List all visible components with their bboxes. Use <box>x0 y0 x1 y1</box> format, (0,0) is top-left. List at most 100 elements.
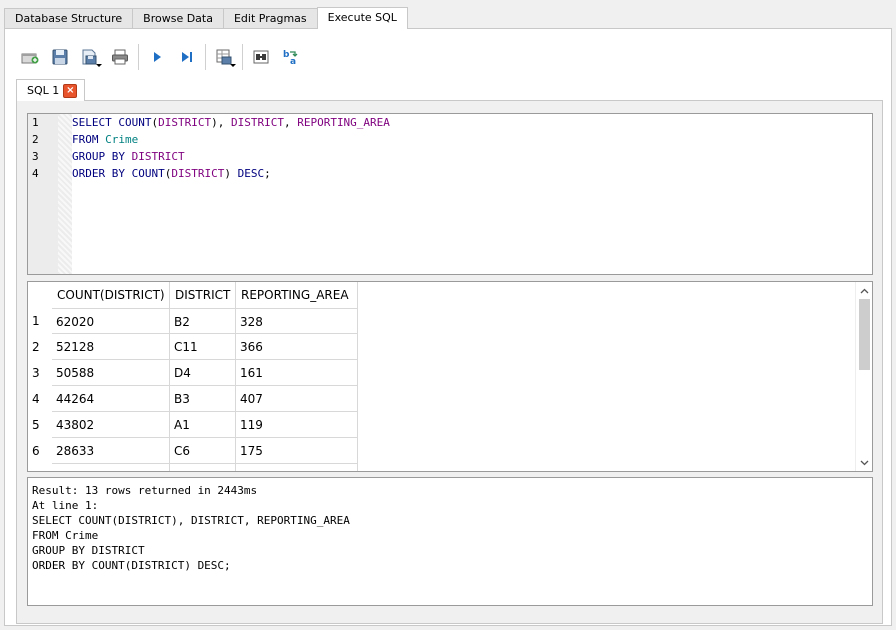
table-cell[interactable]: 52128 <box>52 334 170 360</box>
table-cell[interactable]: B2 <box>170 308 236 334</box>
row-number[interactable]: 4 <box>28 386 52 412</box>
code-token: , <box>283 116 298 129</box>
table-cell[interactable]: D4 <box>170 360 236 386</box>
code-line: GROUP BY DISTRICT <box>72 148 185 165</box>
tab-browse-data[interactable]: Browse Data <box>132 8 224 29</box>
code-token: DISTRICT <box>158 116 212 129</box>
execution-log[interactable]: Result: 13 rows returned in 2443ms At lin… <box>27 477 873 606</box>
vertical-scrollbar[interactable] <box>855 282 872 471</box>
table-cell[interactable]: 175 <box>236 438 358 464</box>
open-tab-icon <box>21 53 39 64</box>
table-cell[interactable]: C6 <box>170 438 236 464</box>
open-sql-file-button[interactable] <box>45 42 75 72</box>
execute-all-icon <box>154 52 161 62</box>
code-token: ), <box>211 116 231 129</box>
table-cell[interactable]: 62020 <box>52 308 170 334</box>
table-cell[interactable]: D14 <box>170 464 236 471</box>
svg-text:a: a <box>290 57 296 66</box>
column-header[interactable]: DISTRICT <box>170 282 236 308</box>
line-number: 4 <box>32 167 39 180</box>
dropdown-arrow-icon <box>96 64 102 67</box>
column-header[interactable]: REPORTING_AREA <box>236 282 358 308</box>
tab-edit-pragmas[interactable]: Edit Pragmas <box>222 8 318 29</box>
line-number: 1 <box>32 116 39 129</box>
code-line: ORDER BY COUNT(DISTRICT) DESC; <box>72 165 271 182</box>
save-results-button[interactable] <box>209 42 239 72</box>
code-token: COUNT <box>131 167 165 180</box>
log-line: SELECT COUNT(DISTRICT), DISTRICT, REPORT… <box>32 514 350 527</box>
table-cell[interactable]: 28633 <box>52 438 170 464</box>
execute-sql-panel: b a SQL 1 × 1234 SELECT COUNT(DISTRICT),… <box>4 28 892 626</box>
sql-editor[interactable]: 1 2 3 4 SELECT COUNT(DISTRICT), DISTRICT, R… <box>27 113 873 275</box>
line-number-gutter: 1 2 3 4 <box>28 114 72 274</box>
tab-execute-sql[interactable]: Execute SQL <box>316 7 408 29</box>
table-cell[interactable]: 43802 <box>52 412 170 438</box>
code-line: SELECT COUNT(DISTRICT), DISTRICT, REPORT… <box>72 114 390 131</box>
close-icon[interactable]: × <box>63 83 78 98</box>
table-cell[interactable]: 366 <box>236 334 358 360</box>
toolbar-separator <box>205 44 206 70</box>
row-number[interactable]: 3 <box>28 360 52 386</box>
toolbar-separator <box>242 44 243 70</box>
scroll-thumb[interactable] <box>859 299 870 370</box>
table-cell[interactable]: 44264 <box>52 386 170 412</box>
execute-current-line-button[interactable] <box>172 42 202 72</box>
code-token: Crime <box>105 133 139 146</box>
save-sql-file-button[interactable] <box>75 42 105 72</box>
sql-tab-bar: SQL 1 × <box>16 79 86 101</box>
tab-database-structure[interactable]: Database Structure <box>4 8 134 29</box>
table-cell[interactable]: 119 <box>236 412 358 438</box>
execute-current-line-icon <box>182 52 192 62</box>
row-number[interactable]: 1 <box>28 308 52 334</box>
log-line: GROUP BY DISTRICT <box>32 544 145 557</box>
code-token: ; <box>264 167 271 180</box>
sql-tab-content: 1234 SELECT COUNT(DISTRICT), DISTRICT, R… <box>16 100 883 624</box>
results-grid[interactable]: COUNT(DISTRICT) DISTRICT REPORTING_AREA 1 62… <box>27 281 873 472</box>
row-number[interactable]: 2 <box>28 334 52 360</box>
log-line: At line 1: <box>32 499 99 512</box>
row-number[interactable]: 7 <box>28 464 52 471</box>
table-cell[interactable]: 24793 <box>52 464 170 471</box>
toolbar-separator <box>138 44 139 70</box>
scroll-down-button[interactable] <box>856 454 872 471</box>
table-cell[interactable]: 161 <box>236 360 358 386</box>
main-tab-bar: Database Structure Browse Data Edit Pragma… <box>4 7 408 29</box>
table-cell[interactable]: A1 <box>170 412 236 438</box>
open-tab-button[interactable] <box>15 42 45 72</box>
chevron-up-icon <box>860 288 869 293</box>
code-token: GROUP BY <box>72 150 132 163</box>
table-cell[interactable]: 50588 <box>52 360 170 386</box>
find-replace-button[interactable]: b a <box>276 42 306 72</box>
code-token: ) <box>224 167 238 180</box>
table-cell[interactable]: 407 <box>236 386 358 412</box>
line-number: 3 <box>32 150 39 163</box>
log-line: FROM Crime <box>32 529 99 542</box>
code-token: DISTRICT <box>230 116 284 129</box>
scroll-up-button[interactable] <box>856 282 872 299</box>
code-token: COUNT <box>118 116 152 129</box>
print-button[interactable] <box>105 42 135 72</box>
table-cell[interactable]: B3 <box>170 386 236 412</box>
row-number[interactable]: 6 <box>28 438 52 464</box>
row-number[interactable]: 5 <box>28 412 52 438</box>
code-token: ORDER BY <box>72 167 132 180</box>
line-number: 2 <box>32 133 39 146</box>
tab-label: SQL 1 <box>27 84 60 97</box>
dropdown-arrow-icon <box>230 64 236 67</box>
tab-sql-1[interactable]: SQL 1 × <box>16 79 86 101</box>
code-token: FROM <box>72 133 106 146</box>
table-cell[interactable]: 793 <box>236 464 358 471</box>
open-sql-file-icon <box>52 49 68 65</box>
table-cell[interactable]: C11 <box>170 334 236 360</box>
find-button[interactable] <box>246 42 276 72</box>
code-token: DISTRICT <box>131 150 185 163</box>
code-token: REPORTING_AREA <box>297 116 390 129</box>
sql-toolbar: b a <box>15 40 306 74</box>
column-header[interactable]: COUNT(DISTRICT) <box>52 282 170 308</box>
code-token: DESC <box>237 167 265 180</box>
log-line: ORDER BY COUNT(DISTRICT) DESC; <box>32 559 231 572</box>
execute-all-button[interactable] <box>142 42 172 72</box>
table-cell[interactable]: 328 <box>236 308 358 334</box>
svg-text:b: b <box>283 50 290 60</box>
chevron-down-icon <box>860 460 869 465</box>
